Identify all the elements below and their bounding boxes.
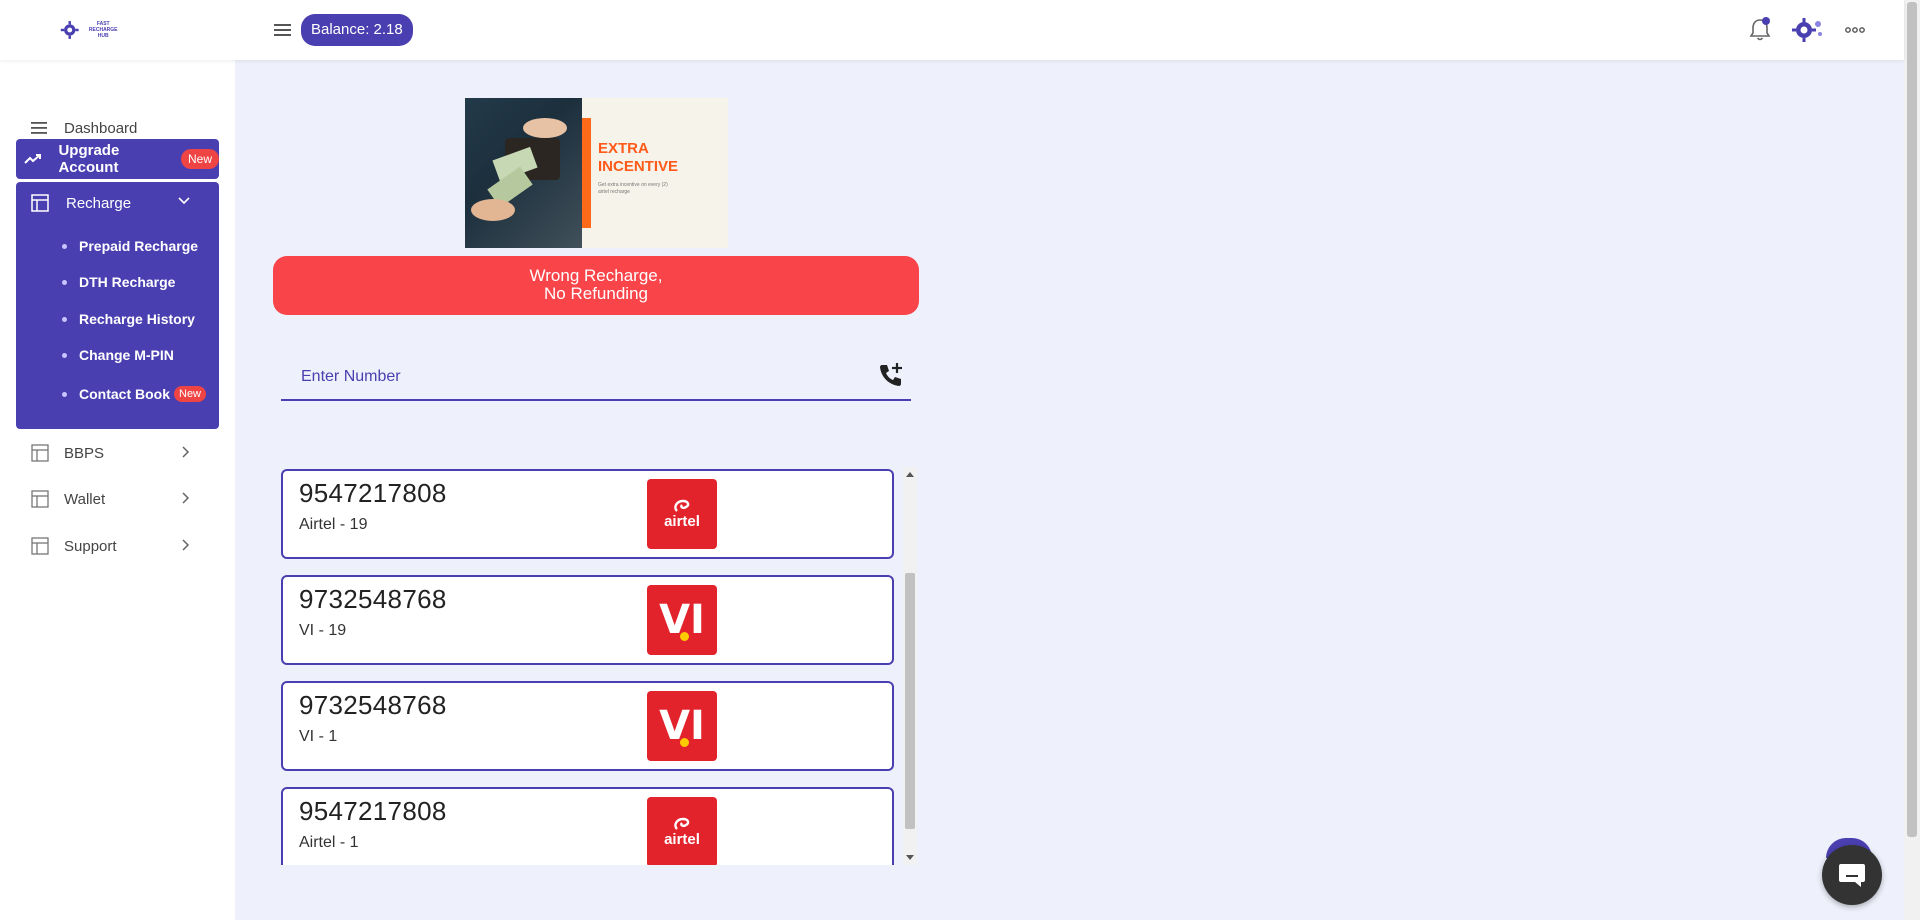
sidebar-subitem-label: Change M-PIN: [79, 347, 174, 363]
sidebar: Dashboard Upgrade Account New Recharge P…: [0, 60, 235, 920]
banner-title: EXTRA INCENTIVE: [598, 140, 678, 176]
sidebar-subitem-label: DTH Recharge: [79, 274, 176, 290]
menu-lines-icon: [28, 116, 52, 140]
sidebar-item-label: Wallet: [64, 490, 106, 508]
sidebar-subitem-change-mpin[interactable]: Change M-PIN: [62, 343, 174, 367]
mobile-number-input[interactable]: [281, 355, 841, 399]
sidebar-item-label: Support: [64, 537, 117, 555]
brand-logo[interactable]: FAST RECHARGE HUB: [60, 18, 124, 42]
banner-title-line2: INCENTIVE: [598, 158, 679, 175]
sidebar-item-support[interactable]: Support: [16, 526, 219, 566]
list-scrollbar[interactable]: [903, 467, 917, 865]
chat-button[interactable]: [1822, 845, 1882, 905]
banner-accent-stripe: [582, 118, 591, 228]
airtel-logo-text: airtel: [664, 830, 700, 848]
user-avatar-icon[interactable]: [1790, 16, 1824, 44]
airtel-logo-icon: airtel: [647, 797, 717, 865]
sidebar-item-label: Dashboard: [64, 119, 138, 137]
airtel-swirl-icon: [674, 817, 690, 830]
logo-text-line1: FAST RECHARGE: [88, 21, 118, 33]
sidebar-item-upgrade-account[interactable]: Upgrade Account New: [16, 139, 219, 179]
banner-title-line1: EXTRA: [598, 140, 649, 157]
sidebar-item-recharge[interactable]: Recharge: [16, 182, 219, 224]
airtel-swirl-icon: [674, 499, 690, 512]
card-number: 9732548768: [299, 690, 447, 720]
gear-logo-icon: [60, 21, 79, 39]
hamburger-menu-icon[interactable]: [272, 20, 294, 40]
sidebar-item-bbps[interactable]: BBPS: [16, 433, 219, 473]
chevron-right-icon: [182, 539, 190, 551]
sidebar-subitem-contact-book[interactable]: Contact Book New: [62, 382, 207, 406]
card-number: 9547217808: [299, 796, 447, 826]
recharge-menu-group: Recharge Prepaid Recharge DTH Recharge R…: [16, 182, 219, 429]
chevron-right-icon: [182, 492, 190, 504]
sidebar-subitem-label: Contact Book: [79, 386, 170, 402]
sidebar-subitem-label: Prepaid Recharge: [79, 238, 199, 254]
bullet-dot: [62, 352, 67, 358]
notification-bell-icon[interactable]: [1748, 16, 1772, 42]
vi-logo-icon: VI: [647, 585, 717, 655]
sidebar-subitem-label: Recharge History: [79, 311, 195, 327]
sidebar-item-wallet[interactable]: Wallet: [16, 479, 219, 519]
bullet-dot: [62, 391, 67, 397]
banner-subtitle: Get extra incentive on every (2) airtel …: [598, 182, 668, 195]
card-operator: VI - 1: [299, 728, 338, 745]
new-badge: New: [180, 149, 219, 169]
sidebar-item-label: Upgrade Account: [58, 142, 120, 176]
recent-recharge-list[interactable]: 9547217808 Airtel - 19 airtel 9732548768…: [281, 467, 917, 865]
list-scrollbar-thumb[interactable]: [905, 573, 915, 829]
page-scrollbar-thumb[interactable]: [1907, 2, 1917, 837]
vi-logo-icon: VI: [647, 691, 717, 761]
sidebar-subitem-recharge-history[interactable]: Recharge History: [62, 307, 195, 331]
layout-icon: [28, 191, 52, 215]
chat-bubble-icon: [1839, 864, 1865, 887]
recharge-history-card[interactable]: 9732548768 VI - 19 VI: [281, 575, 894, 665]
chevron-down-icon: [178, 197, 190, 205]
logo-text-line2: HUB: [97, 33, 109, 39]
recharge-history-card[interactable]: 9732548768 VI - 1 VI: [281, 681, 894, 771]
sidebar-subitem-prepaid-recharge[interactable]: Prepaid Recharge: [62, 234, 198, 258]
scroll-down-arrow-icon[interactable]: [906, 855, 914, 860]
scroll-up-arrow-icon[interactable]: [906, 472, 914, 477]
warning-alert: Wrong Recharge, No Refunding: [273, 256, 919, 315]
top-bar: FAST RECHARGE HUB Balance: 2.18: [0, 0, 1904, 60]
sidebar-item-label: BBPS: [64, 444, 105, 462]
card-operator: VI - 19: [299, 622, 347, 639]
balance-badge[interactable]: Balance: 2.18: [301, 14, 413, 46]
bullet-dot: [62, 279, 67, 285]
number-field: [281, 355, 911, 401]
brand-logo-text: FAST RECHARGE HUB: [82, 21, 124, 39]
promo-banner[interactable]: EXTRA INCENTIVE Get extra incentive on e…: [465, 98, 728, 248]
sidebar-subitem-dth-recharge[interactable]: DTH Recharge: [62, 270, 175, 294]
alert-line1: Wrong Recharge,: [529, 266, 663, 285]
layout-icon: [28, 441, 52, 465]
card-operator: Airtel - 19: [299, 516, 368, 533]
layout-icon: [28, 534, 52, 558]
airtel-logo-text: airtel: [664, 512, 700, 530]
card-operator: Airtel - 1: [299, 834, 359, 851]
airtel-logo-icon: airtel: [647, 479, 717, 549]
bullet-dot: [62, 316, 67, 322]
page-scrollbar[interactable]: [1904, 0, 1920, 920]
layout-icon: [28, 487, 52, 511]
sidebar-item-label: Recharge: [66, 194, 132, 212]
more-options-icon[interactable]: [1844, 22, 1866, 38]
trending-up-icon: [22, 147, 44, 171]
add-contact-phone-icon[interactable]: [877, 361, 905, 389]
vi-logo-dot: [680, 738, 689, 747]
recharge-history-card[interactable]: 9547217808 Airtel - 1 airtel: [281, 787, 894, 865]
banner-photo: [465, 98, 582, 248]
alert-line2: No Refunding: [544, 284, 648, 303]
recharge-history-card[interactable]: 9547217808 Airtel - 19 airtel: [281, 469, 894, 559]
bullet-dot: [62, 243, 67, 249]
vi-logo-dot: [680, 632, 689, 641]
new-badge: New: [174, 386, 207, 402]
card-number: 9547217808: [299, 478, 447, 508]
chevron-right-icon: [182, 446, 190, 458]
card-number: 9732548768: [299, 584, 447, 614]
